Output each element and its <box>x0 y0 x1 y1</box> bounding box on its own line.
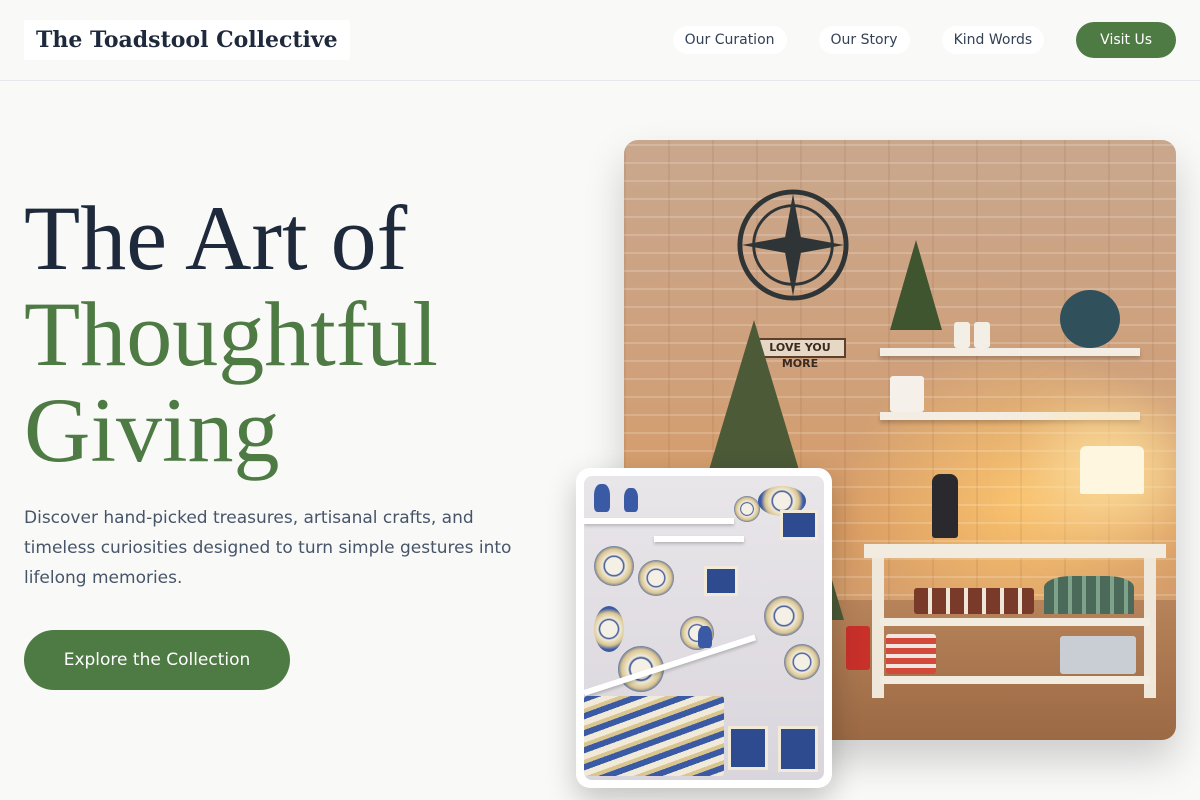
jar-item <box>974 322 990 348</box>
ceramic-tile <box>780 510 818 540</box>
visit-us-button[interactable]: Visit Us <box>1076 22 1176 58</box>
ceramics-display <box>584 476 824 780</box>
middle-wall-shelf <box>880 412 1140 420</box>
small-pine-tree <box>890 240 942 330</box>
table-bottom-shelf <box>880 676 1150 684</box>
tin-row <box>914 588 1034 614</box>
hero-title-line-2: Thoughtful <box>24 283 438 385</box>
ceramic-tile <box>704 566 738 596</box>
lamp <box>1080 446 1144 494</box>
ceramic-plate <box>638 560 674 596</box>
ceramic-plate <box>764 596 804 636</box>
hero-description: Discover hand-picked treasures, artisana… <box>24 508 512 588</box>
ceramics-inset-photo <box>576 468 832 788</box>
hero-title-line-3: Giving <box>24 379 280 481</box>
display-table <box>864 544 1166 558</box>
storage-bin <box>1060 636 1136 674</box>
nav-link-our-story[interactable]: Our Story <box>818 26 910 54</box>
ceramics-shelf <box>584 518 734 524</box>
jar-item <box>954 322 970 348</box>
ceramic-tile <box>778 726 818 772</box>
upper-wall-shelf <box>880 348 1140 356</box>
site-header: The Toadstool Collective Our Curation Ou… <box>0 0 1200 81</box>
main-nav: Our Curation Our Story Kind Words Visit … <box>672 22 1176 58</box>
ceramic-plate <box>594 546 634 586</box>
ceramic-vase <box>594 484 610 512</box>
decor-plate <box>1060 290 1120 348</box>
ceramic-vase <box>698 626 712 648</box>
red-bucket <box>846 626 870 670</box>
hero-title: The Art of Thoughtful Giving <box>24 190 584 478</box>
ceramic-plate <box>734 496 760 522</box>
ceramic-tile <box>728 726 768 770</box>
explore-collection-button[interactable]: Explore the Collection <box>24 630 290 690</box>
nav-link-our-curation[interactable]: Our Curation <box>672 26 787 54</box>
ceramic-bowls-display <box>584 696 724 776</box>
nav-link-kind-words[interactable]: Kind Words <box>941 26 1045 54</box>
ceramic-plate <box>594 606 624 652</box>
mug-item <box>890 376 924 412</box>
table-lower-shelf <box>880 618 1150 626</box>
site-logo[interactable]: The Toadstool Collective <box>24 20 350 60</box>
hero-title-line-1: The Art of <box>24 187 408 289</box>
ceramic-plate <box>784 644 820 680</box>
mini-trees-decor <box>1044 576 1134 614</box>
ceramic-vase <box>624 488 638 512</box>
coffee-airpot <box>932 474 958 538</box>
compass-wall-decor <box>737 189 849 301</box>
ceramics-shelf <box>654 536 744 542</box>
gingham-basket <box>886 634 936 674</box>
